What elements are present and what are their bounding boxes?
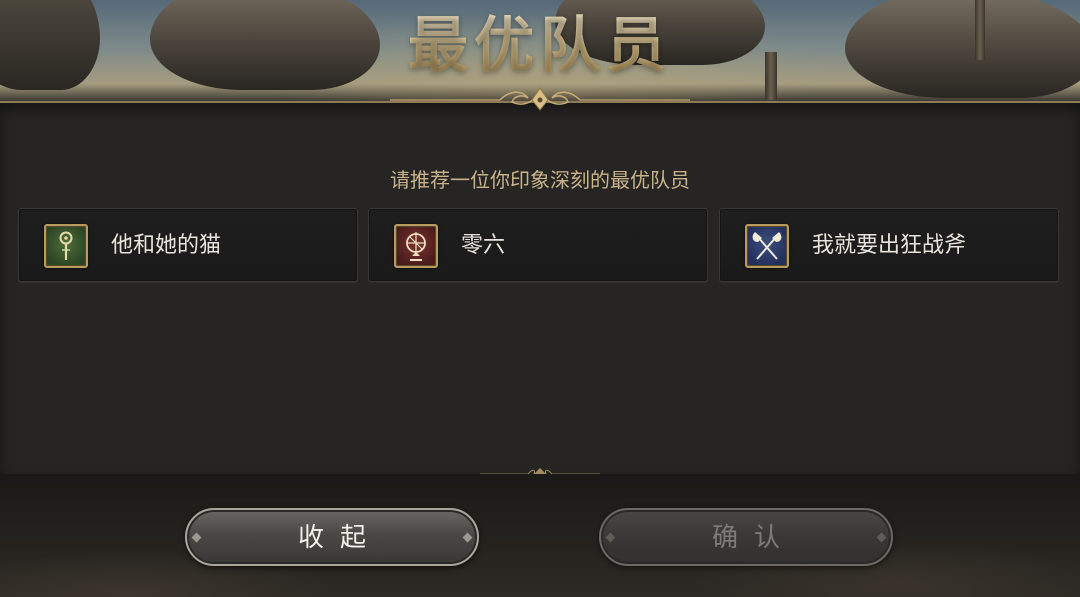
crossed-axes-icon	[752, 232, 782, 260]
diamond-ornament-icon	[462, 532, 473, 543]
confirm-button[interactable]: 确认	[599, 508, 893, 566]
staff-icon	[59, 231, 73, 260]
collapse-button[interactable]: 收起	[185, 508, 479, 566]
scenic-ground	[0, 474, 1080, 597]
ornament-divider-icon	[390, 87, 690, 111]
teammate-name: 零六	[461, 233, 506, 258]
diamond-ornament-icon	[876, 532, 887, 543]
astrolabe-icon	[406, 232, 426, 261]
teammate-name: 他和她的猫	[111, 233, 222, 258]
teammate-option[interactable]: 零六	[368, 208, 708, 282]
diamond-ornament-icon	[191, 532, 202, 543]
teammate-badge	[44, 224, 88, 268]
teammate-option-list: 他和她的猫 零六 我就要出狂战斧	[18, 208, 1062, 284]
teammate-option[interactable]: 他和她的猫	[18, 208, 358, 282]
collapse-button-label: 收起	[297, 523, 382, 553]
selection-prompt: 请推荐一位你印象深刻的最优队员	[390, 168, 690, 192]
teammate-badge	[394, 224, 438, 268]
confirm-button-label: 确认	[711, 523, 796, 553]
diamond-ornament-icon	[605, 532, 616, 543]
page-title: 最优队员	[0, 6, 1080, 86]
selection-panel	[0, 101, 1080, 477]
teammate-badge	[745, 224, 789, 268]
teammate-name: 我就要出狂战斧	[812, 233, 967, 258]
teammate-option[interactable]: 我就要出狂战斧	[719, 208, 1059, 282]
